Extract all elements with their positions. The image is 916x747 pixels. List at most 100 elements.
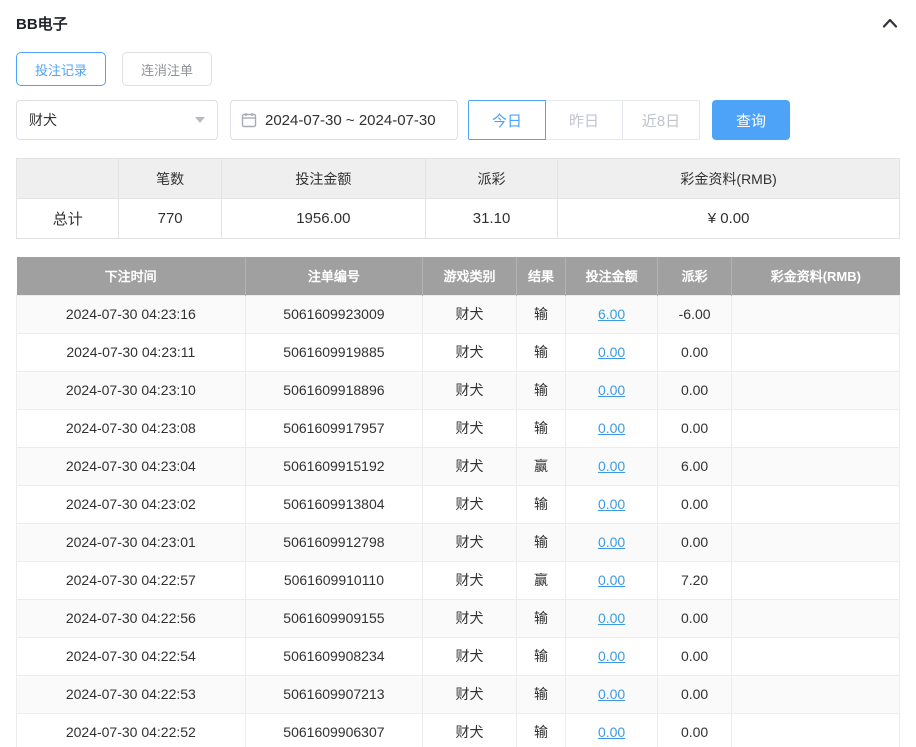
bet-time-cell: 2024-07-30 04:23:02: [17, 485, 246, 523]
order-no-cell: 5061609912798: [245, 523, 422, 561]
payout-cell: 0.00: [658, 713, 732, 747]
payout-cell: 0.00: [658, 523, 732, 561]
filter-bar: 财犬 2024-07-30 ~ 2024-07-30 今日 昨日 近8日 查询: [16, 100, 900, 140]
table-row: 2024-07-30 04:23:115061609919885财犬输0.000…: [17, 333, 900, 371]
bonus-cell: [732, 409, 900, 447]
bonus-cell: [732, 485, 900, 523]
game-type-cell: 财犬: [423, 371, 517, 409]
bet-amount-cell: 6.00: [566, 295, 658, 333]
game-select-value: 财犬: [29, 110, 57, 130]
quick-range-yesterday[interactable]: 昨日: [545, 100, 623, 140]
table-row: 2024-07-30 04:23:015061609912798财犬输0.000…: [17, 523, 900, 561]
bet-time-cell: 2024-07-30 04:22:56: [17, 599, 246, 637]
order-no-cell: 5061609909155: [245, 599, 422, 637]
bet-amount-link[interactable]: 0.00: [598, 610, 625, 626]
table-row: 2024-07-30 04:22:535061609907213财犬输0.000…: [17, 675, 900, 713]
bet-amount-cell: 0.00: [566, 713, 658, 747]
chevron-down-icon: [195, 117, 205, 123]
bet-amount-link[interactable]: 0.00: [598, 534, 625, 550]
result-cell: 赢: [516, 447, 565, 485]
bonus-cell: [732, 447, 900, 485]
header-bonus: 彩金资料(RMB): [732, 257, 900, 295]
bonus-cell: [732, 333, 900, 371]
bet-table-body: 2024-07-30 04:23:165061609923009财犬输6.00-…: [17, 295, 900, 747]
bet-time-cell: 2024-07-30 04:23:10: [17, 371, 246, 409]
tab-bet-records[interactable]: 投注记录: [16, 52, 106, 86]
collapse-button[interactable]: [880, 15, 900, 31]
game-type-cell: 财犬: [423, 713, 517, 747]
bet-amount-link[interactable]: 0.00: [598, 724, 625, 740]
summary-header-row: 笔数 投注金额 派彩 彩金资料(RMB): [17, 159, 900, 199]
page-title: BB电子: [16, 13, 68, 34]
game-type-cell: 财犬: [423, 333, 517, 371]
bet-amount-cell: 0.00: [566, 447, 658, 485]
bet-amount-link[interactable]: 0.00: [598, 686, 625, 702]
bet-amount-cell: 0.00: [566, 409, 658, 447]
bet-time-cell: 2024-07-30 04:22:57: [17, 561, 246, 599]
quick-range-last-8-days[interactable]: 近8日: [622, 100, 700, 140]
order-no-cell: 5061609919885: [245, 333, 422, 371]
summary-total-bonus: ¥ 0.00: [558, 199, 900, 239]
bonus-cell: [732, 637, 900, 675]
result-cell: 输: [516, 713, 565, 747]
tab-bar: 投注记录 连消注单: [16, 52, 900, 86]
payout-cell: 0.00: [658, 371, 732, 409]
header-bet-time: 下注时间: [17, 257, 246, 295]
table-row: 2024-07-30 04:23:045061609915192财犬赢0.006…: [17, 447, 900, 485]
panel-header: BB电子: [16, 8, 900, 38]
bet-amount-link[interactable]: 0.00: [598, 496, 625, 512]
bet-table-header-row: 下注时间 注单编号 游戏类别 结果 投注金额 派彩 彩金资料(RMB): [17, 257, 900, 295]
bet-time-cell: 2024-07-30 04:22:54: [17, 637, 246, 675]
tab-cancelled-orders[interactable]: 连消注单: [122, 52, 212, 86]
result-cell: 输: [516, 409, 565, 447]
bet-amount-link[interactable]: 0.00: [598, 344, 625, 360]
bet-amount-link[interactable]: 0.00: [598, 458, 625, 474]
table-row: 2024-07-30 04:23:085061609917957财犬输0.000…: [17, 409, 900, 447]
payout-cell: 0.00: [658, 675, 732, 713]
bonus-cell: [732, 713, 900, 747]
bonus-cell: [732, 523, 900, 561]
table-row: 2024-07-30 04:22:525061609906307财犬输 0.00 0…: [17, 713, 900, 747]
result-cell: 输: [516, 295, 565, 333]
quick-range-today[interactable]: 今日: [468, 100, 546, 140]
summary-total-bet-amount: 1956.00: [221, 199, 425, 239]
result-cell: 输: [516, 523, 565, 561]
payout-cell: 0.00: [658, 637, 732, 675]
chevron-up-icon: [882, 17, 898, 29]
table-row: 2024-07-30 04:22:575061609910110财犬赢0.007…: [17, 561, 900, 599]
summary-header-bonus: 彩金资料(RMB): [558, 159, 900, 199]
bet-time-cell: 2024-07-30 04:23:11: [17, 333, 246, 371]
bet-amount-link[interactable]: 6.00: [598, 306, 625, 322]
table-row: 2024-07-30 04:23:025061609913804财犬输0.000…: [17, 485, 900, 523]
result-cell: 赢: [516, 561, 565, 599]
payout-cell: -6.00: [658, 295, 732, 333]
payout-cell: 7.20: [658, 561, 732, 599]
bet-amount-link[interactable]: 0.00: [598, 420, 625, 436]
order-no-cell: 5061609907213: [245, 675, 422, 713]
result-cell: 输: [516, 675, 565, 713]
bet-amount-link[interactable]: 0.00: [598, 648, 625, 664]
order-no-cell: 5061609906307: [245, 713, 422, 747]
game-type-cell: 财犬: [423, 523, 517, 561]
bet-time-cell: 2024-07-30 04:23:08: [17, 409, 246, 447]
bet-time-cell: 2024-07-30 04:22:52: [17, 713, 246, 747]
bet-amount-link[interactable]: 0.00: [598, 572, 625, 588]
bet-amount-link[interactable]: 0.00: [598, 382, 625, 398]
summary-total-payout: 31.10: [425, 199, 557, 239]
search-button[interactable]: 查询: [712, 100, 790, 140]
game-select[interactable]: 财犬: [16, 100, 218, 140]
game-type-cell: 财犬: [423, 409, 517, 447]
summary-table: 笔数 投注金额 派彩 彩金资料(RMB) 总计 770 1956.00 31.1…: [16, 158, 900, 239]
header-bet-amount: 投注金额: [566, 257, 658, 295]
payout-cell: 0.00: [658, 333, 732, 371]
summary-header-empty: [17, 159, 119, 199]
game-type-cell: 财犬: [423, 485, 517, 523]
bb-electronic-panel: BB电子 投注记录 连消注单 财犬 2024-07-30 ~ 2024-07-3…: [0, 0, 916, 747]
table-row: 2024-07-30 04:23:105061609918896财犬输0.000…: [17, 371, 900, 409]
result-cell: 输: [516, 637, 565, 675]
bet-amount-cell: 0.00: [566, 561, 658, 599]
payout-cell: 0.00: [658, 485, 732, 523]
date-range-input[interactable]: 2024-07-30 ~ 2024-07-30: [230, 100, 458, 140]
order-no-cell: 5061609908234: [245, 637, 422, 675]
bet-table: 下注时间 注单编号 游戏类别 结果 投注金额 派彩 彩金资料(RMB) 2024…: [16, 257, 900, 747]
